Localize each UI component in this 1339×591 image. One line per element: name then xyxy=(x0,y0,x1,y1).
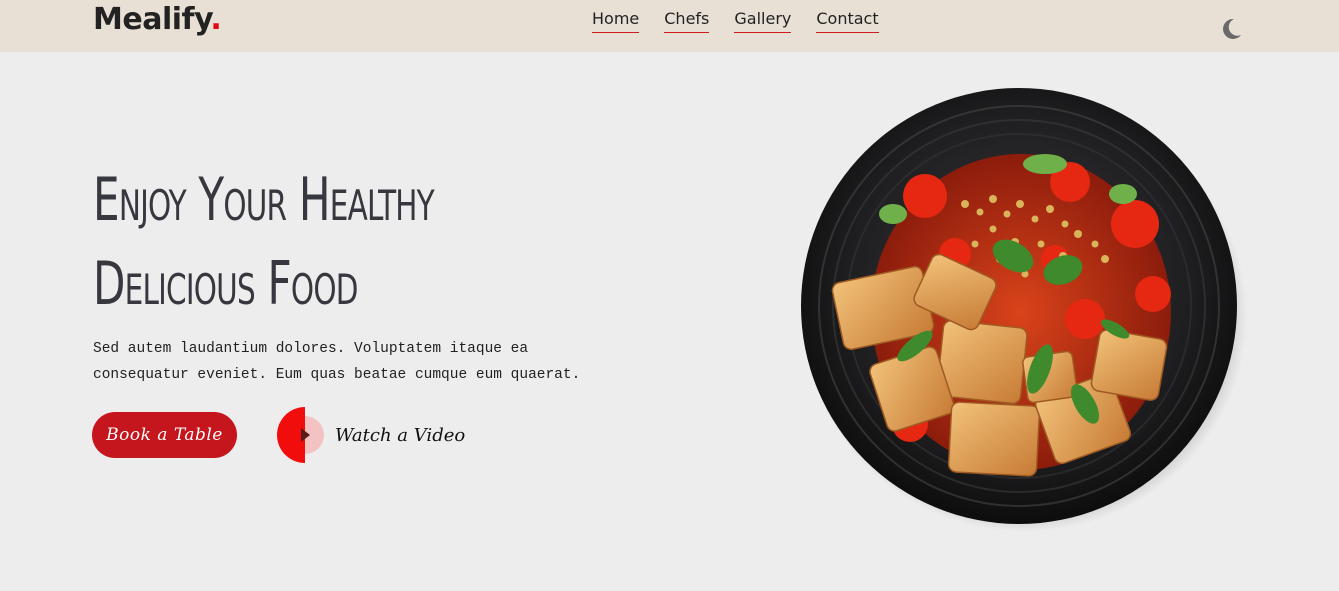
brand-name: Mealify xyxy=(93,2,211,37)
brand-logo[interactable]: Mealify. xyxy=(93,2,222,37)
moon-icon xyxy=(1223,18,1241,39)
play-icon xyxy=(277,407,324,463)
hero-title-line-2: Delicious Food xyxy=(93,249,358,319)
theme-toggle-button[interactable] xyxy=(1218,16,1244,42)
food-bowl-image xyxy=(801,88,1247,532)
watch-video-label: Watch a Video xyxy=(335,424,466,446)
hero-description-line-2: consequatur eveniet. Eum quas beatae cum… xyxy=(93,367,581,383)
brand-dot: . xyxy=(210,2,222,37)
nav-link-contact[interactable]: Contact xyxy=(816,9,879,33)
nav-link-home[interactable]: Home xyxy=(592,9,640,33)
hero-title-line-1: Enjoy Your Healthy xyxy=(93,165,435,235)
nav-link-chefs[interactable]: Chefs xyxy=(664,9,710,33)
top-navbar: Mealify. Home Chefs Gallery Contact xyxy=(0,0,1339,52)
hero-description-line-1: Sed autem laudantium dolores. Voluptatem… xyxy=(93,341,529,357)
hero-title: Enjoy Your Healthy Delicious Food xyxy=(93,158,499,326)
nav-link-gallery[interactable]: Gallery xyxy=(734,9,792,33)
book-table-button[interactable]: Book a Table xyxy=(92,412,237,458)
hero-description: Sed autem laudantium dolores. Voluptatem… xyxy=(93,336,653,388)
main-nav: Home Chefs Gallery Contact xyxy=(592,9,904,33)
watch-video-button[interactable]: Watch a Video xyxy=(277,407,465,463)
